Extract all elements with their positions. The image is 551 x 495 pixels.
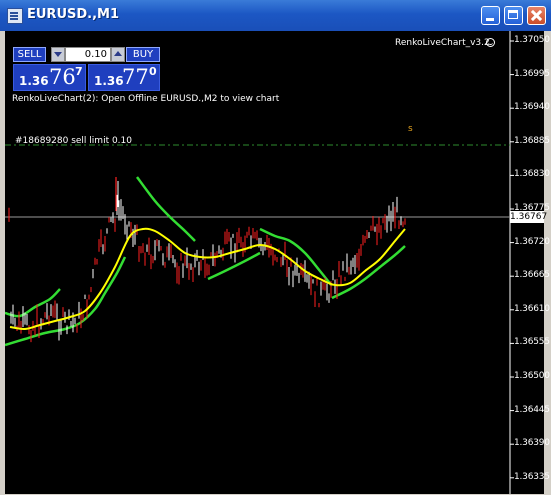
- title-bar[interactable]: EURUSD.,M1: [0, 0, 551, 31]
- sell-button[interactable]: SELL: [13, 47, 46, 62]
- price-tick-label: 1.36335: [514, 471, 550, 482]
- sell-price-prefix: 1.36: [19, 74, 49, 88]
- price-tick-label: 1.36610: [514, 303, 550, 314]
- price-tick-label: 1.37050: [514, 35, 550, 45]
- lower-band-line: [331, 245, 406, 300]
- price-tick-label: 1.36830: [514, 169, 550, 180]
- maximize-button[interactable]: [504, 6, 523, 25]
- upper-band-line: [135, 176, 196, 242]
- price-tick-label: 1.36390: [514, 438, 550, 449]
- price-tick-label: 1.36995: [514, 68, 550, 79]
- price-tick-label: 1.36555: [514, 337, 550, 348]
- sell-price-pips: 76: [49, 65, 76, 89]
- signal-marker: s: [408, 124, 413, 134]
- sell-price-fraction: 7: [75, 65, 83, 78]
- buy-price-quote[interactable]: 1.36 77 0: [88, 64, 160, 91]
- buy-price-fraction: 0: [149, 65, 157, 78]
- sell-price-quote[interactable]: 1.36 76 7: [13, 64, 86, 91]
- price-tick-label: 1.36885: [514, 135, 550, 146]
- order-label: #18689280 sell limit 0.10: [15, 136, 132, 146]
- price-tick-label: 1.36665: [514, 270, 550, 281]
- price-tick-label: 1.36445: [514, 404, 550, 415]
- lower-band-line: [5, 256, 127, 347]
- price-chart[interactable]: 1.37050 1.36995 1.36940 1.36885 1.36830 1.367…: [5, 31, 550, 494]
- one-click-trade-panel: SELL 0.10 BUY 1.36 76 7 1.36 77 0: [10, 45, 160, 91]
- price-tick-label: 1.36500: [514, 371, 550, 381]
- lot-decrease-button[interactable]: [51, 47, 65, 62]
- expert-advisor-name: RenkoLiveChart_v3.2: [395, 38, 490, 48]
- chart-window-icon: [7, 8, 23, 24]
- close-button[interactable]: [527, 6, 546, 25]
- price-tick-label: 1.36720: [514, 236, 550, 247]
- lot-size-input[interactable]: 0.10: [65, 47, 111, 62]
- buy-button[interactable]: BUY: [126, 47, 160, 62]
- price-tick-label: 1.36940: [514, 102, 550, 113]
- window-title: EURUSD.,M1: [27, 7, 120, 22]
- indicator-info-text: RenkoLiveChart(2): Open Offline EURUSD.,…: [12, 94, 280, 104]
- current-price-label: 1.36767: [510, 211, 548, 223]
- upper-band-line: [259, 227, 333, 287]
- minimize-button[interactable]: [481, 6, 500, 25]
- smiley-icon[interactable]: [486, 38, 495, 47]
- buy-price-prefix: 1.36: [94, 74, 124, 88]
- buy-price-pips: 77: [122, 65, 149, 89]
- lot-increase-button[interactable]: [111, 47, 125, 62]
